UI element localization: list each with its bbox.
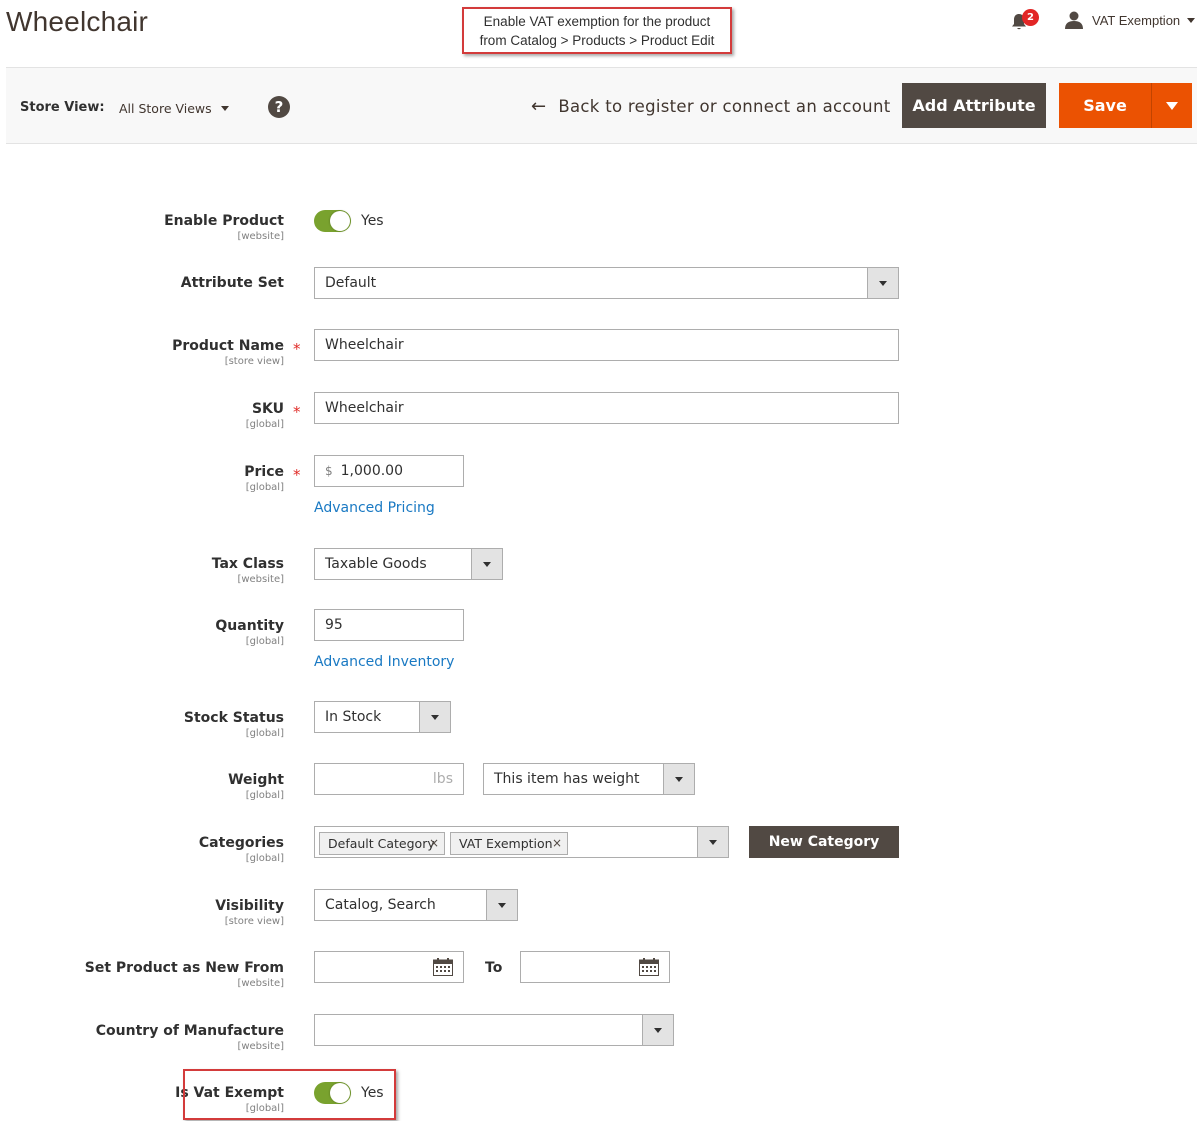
product-has-weight-select[interactable]: This item has weight <box>483 763 695 795</box>
select-value: Catalog, Search <box>325 897 436 913</box>
visibility-select[interactable]: Catalog, Search <box>314 889 518 921</box>
store-view-label: Store View: <box>20 100 105 115</box>
save-button[interactable]: Save <box>1059 83 1151 128</box>
required-marker: * <box>293 340 301 358</box>
field-scope: [store view] <box>224 356 284 367</box>
required-marker: * <box>293 403 301 421</box>
toggle-value: Yes <box>361 213 384 229</box>
chevron-down-icon <box>867 267 899 299</box>
chevron-down-icon <box>1187 17 1196 23</box>
field-label: Set Product as New From <box>84 960 284 976</box>
instruction-callout: Enable VAT exemption for the product fro… <box>462 7 732 54</box>
notification-count-badge: 2 <box>1022 9 1039 26</box>
calendar-icon[interactable] <box>433 958 453 976</box>
field-scope: [global] <box>245 790 284 801</box>
chevron-down-icon <box>663 763 695 795</box>
user-name: VAT Exemption <box>1092 12 1181 28</box>
help-icon[interactable]: ? <box>268 96 290 118</box>
category-tag: Default Category × <box>319 832 445 855</box>
enable-product-toggle[interactable] <box>314 210 351 232</box>
select-value: This item has weight <box>494 771 640 787</box>
field-label: Categories <box>198 835 284 851</box>
toggle-knob <box>330 211 350 231</box>
field-scope: [global] <box>245 482 284 493</box>
new-to-date-input[interactable] <box>520 951 670 983</box>
field-label: SKU <box>251 401 284 417</box>
field-label: Product Name <box>172 338 284 354</box>
notifications-button[interactable]: 2 <box>1010 9 1040 35</box>
tax-class-select[interactable]: Taxable Goods <box>314 548 503 580</box>
arrow-left-icon: ← <box>531 96 547 117</box>
field-label: Weight <box>228 772 284 788</box>
category-tag-label: VAT Exemption <box>459 836 553 851</box>
field-label: Attribute Set <box>180 275 284 291</box>
chevron-down-icon <box>471 548 503 580</box>
category-tag: VAT Exemption × <box>450 832 568 855</box>
required-marker: * <box>293 466 301 484</box>
user-icon <box>1065 11 1083 29</box>
field-label: Stock Status <box>183 710 284 726</box>
remove-tag-icon[interactable]: × <box>429 833 439 854</box>
field-label: Price <box>244 464 284 480</box>
vat-exempt-highlight-box <box>183 1069 396 1120</box>
new-category-button[interactable]: New Category <box>749 826 899 858</box>
callout-line-1: Enable VAT exemption for the product <box>483 14 711 29</box>
quantity-input[interactable]: 95 <box>314 609 464 641</box>
field-scope: [website] <box>237 574 284 585</box>
currency-symbol: $ <box>325 464 333 478</box>
calendar-icon[interactable] <box>639 958 659 976</box>
new-from-date-input[interactable] <box>314 951 464 983</box>
select-value: Taxable Goods <box>325 556 427 572</box>
sku-input[interactable]: Wheelchair <box>314 392 899 424</box>
add-attribute-button[interactable]: Add Attribute <box>902 83 1046 128</box>
field-label: Quantity <box>215 618 284 634</box>
chevron-down-icon <box>220 106 229 111</box>
weight-input[interactable]: lbs <box>314 763 464 795</box>
to-label: To <box>485 960 503 976</box>
field-scope: [global] <box>245 419 284 430</box>
store-view-value: All Store Views <box>119 101 212 116</box>
stock-status-select[interactable]: In Stock <box>314 701 451 733</box>
page-title: Wheelchair <box>6 6 149 37</box>
field-scope: [website] <box>237 1041 284 1052</box>
product-name-input[interactable]: Wheelchair <box>314 329 899 361</box>
attribute-set-select[interactable]: Default <box>314 267 899 299</box>
chevron-down-icon <box>419 701 451 733</box>
country-of-manufacture-select[interactable] <box>314 1014 674 1046</box>
chevron-down-icon <box>697 826 729 858</box>
price-input[interactable]: $1,000.00 <box>314 455 464 487</box>
field-scope: [global] <box>245 636 284 647</box>
page-actions-toolbar: Store View: All Store Views ? ← Back to … <box>6 67 1197 144</box>
field-label: Enable Product <box>164 213 284 229</box>
back-button[interactable]: ← Back to register or connect an account <box>531 96 890 117</box>
chevron-down-icon <box>486 889 518 921</box>
chevron-down-icon <box>642 1014 674 1046</box>
user-account-menu[interactable]: VAT Exemption <box>1064 9 1196 31</box>
category-tag-label: Default Category <box>328 836 435 851</box>
weight-unit: lbs <box>432 771 453 787</box>
field-scope: [website] <box>237 978 284 989</box>
field-label: Tax Class <box>211 556 284 572</box>
back-button-label: Back to register or connect an account <box>558 97 891 116</box>
save-options-dropdown-button[interactable] <box>1151 83 1192 128</box>
field-label: Visibility <box>215 898 284 914</box>
categories-multiselect[interactable]: Default Category × VAT Exemption × <box>314 826 729 858</box>
price-value: 1,000.00 <box>340 463 403 479</box>
select-value: Default <box>325 275 377 291</box>
field-scope: [global] <box>245 728 284 739</box>
field-scope: [website] <box>237 231 284 242</box>
field-label: Country of Manufacture <box>95 1023 284 1039</box>
advanced-inventory-link[interactable]: Advanced Inventory <box>314 654 454 670</box>
callout-line-2: from Catalog > Products > Product Edit <box>479 33 715 48</box>
field-scope: [store view] <box>224 916 284 927</box>
advanced-pricing-link[interactable]: Advanced Pricing <box>314 500 435 516</box>
remove-tag-icon[interactable]: × <box>552 833 562 854</box>
store-view-switcher[interactable]: All Store Views <box>119 101 229 116</box>
select-value: In Stock <box>325 709 382 725</box>
field-scope: [global] <box>245 853 284 864</box>
